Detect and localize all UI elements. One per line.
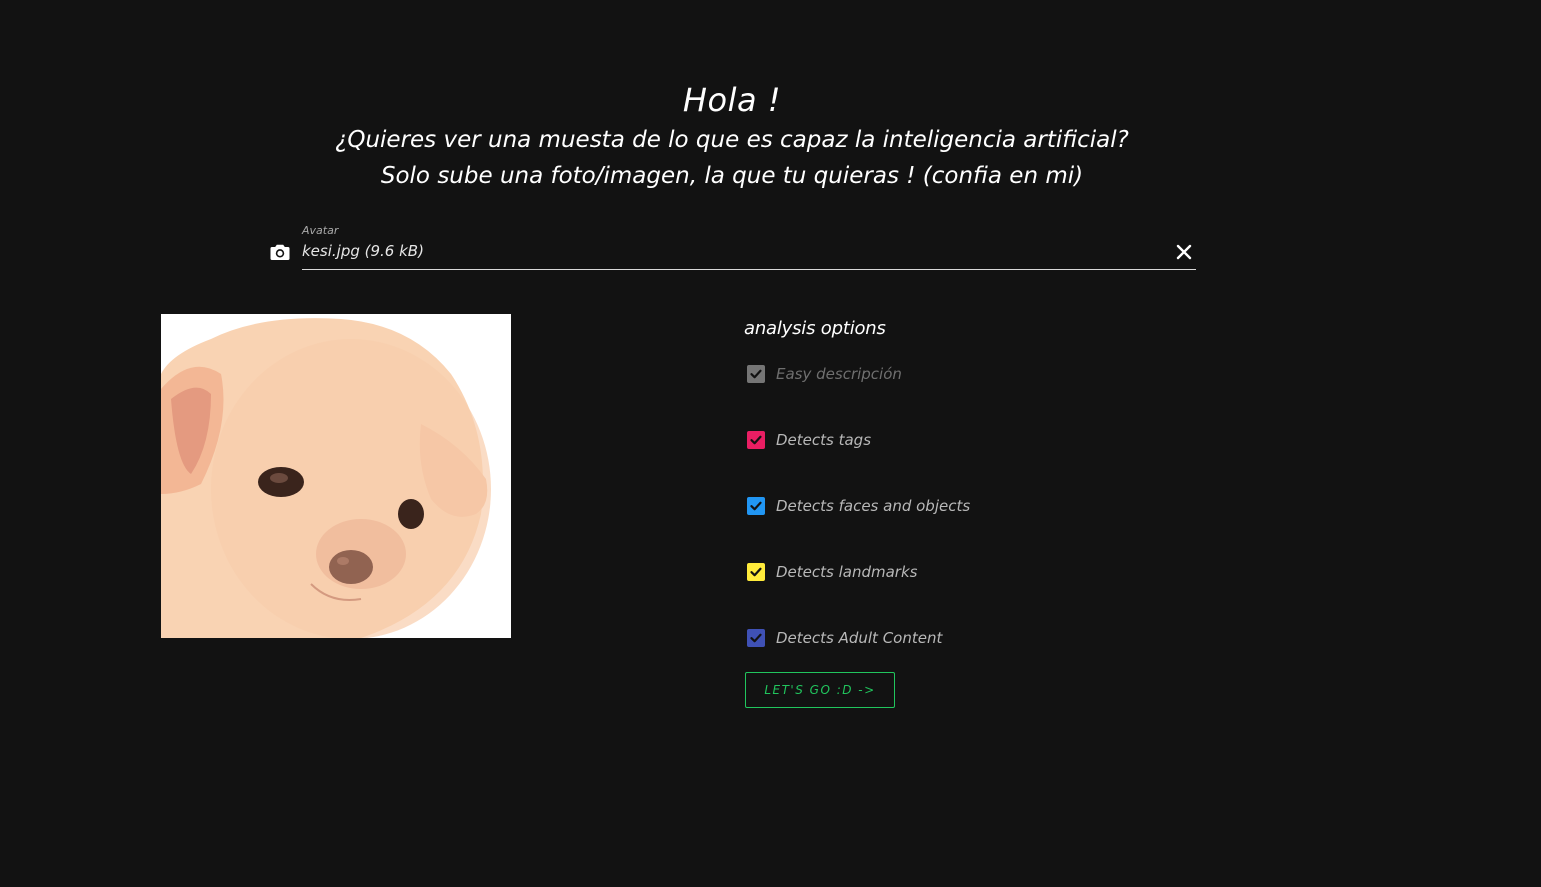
close-icon[interactable] bbox=[1174, 242, 1194, 262]
option-detects-tags[interactable]: Detects tags bbox=[747, 429, 871, 451]
selected-file-name: kesi.jpg (9.6 kB) bbox=[302, 242, 424, 260]
checkbox[interactable] bbox=[747, 365, 765, 383]
check-icon bbox=[750, 435, 762, 445]
hero: Hola ! ¿Quieres ver una muesta de lo que… bbox=[0, 78, 1464, 194]
option-label: Detects Adult Content bbox=[776, 629, 943, 647]
page-title: Hola ! bbox=[682, 81, 782, 119]
option-label: Easy descripción bbox=[776, 365, 902, 383]
checkbox[interactable] bbox=[747, 431, 765, 449]
hero-subtitle: ¿Quieres ver una muesta de lo que es cap… bbox=[335, 127, 1129, 153]
avatar-label: Avatar bbox=[302, 224, 339, 237]
puppy-image bbox=[161, 314, 511, 638]
lets-go-button[interactable]: LET'S GO :D -> bbox=[745, 672, 895, 708]
image-preview bbox=[161, 314, 511, 638]
option-label: Detects landmarks bbox=[776, 563, 918, 581]
analysis-options: analysis options bbox=[744, 314, 1164, 344]
checkbox[interactable] bbox=[747, 563, 765, 581]
hero-instructions: Solo sube una foto/imagen, la que tu qui… bbox=[380, 163, 1084, 189]
option-detects-adult-content[interactable]: Detects Adult Content bbox=[747, 627, 942, 649]
option-detects-landmarks[interactable]: Detects landmarks bbox=[747, 561, 917, 583]
check-icon bbox=[750, 501, 762, 511]
avatar-file-input[interactable]: Avatar kesi.jpg (9.6 kB) bbox=[268, 222, 1196, 270]
checkbox[interactable] bbox=[747, 629, 765, 647]
option-label: Detects tags bbox=[776, 431, 872, 449]
options-title: analysis options bbox=[744, 318, 886, 339]
input-underline bbox=[302, 269, 1196, 270]
checkbox[interactable] bbox=[747, 497, 765, 515]
page: Hola ! ¿Quieres ver una muesta de lo que… bbox=[0, 0, 1541, 887]
check-icon bbox=[750, 567, 762, 577]
check-icon bbox=[750, 369, 762, 379]
option-easy-description[interactable]: Easy descripción bbox=[747, 363, 902, 385]
option-label: Detects faces and objects bbox=[776, 497, 971, 515]
option-detects-faces-objects[interactable]: Detects faces and objects bbox=[747, 495, 970, 517]
camera-icon[interactable] bbox=[268, 240, 292, 264]
check-icon bbox=[750, 633, 762, 643]
